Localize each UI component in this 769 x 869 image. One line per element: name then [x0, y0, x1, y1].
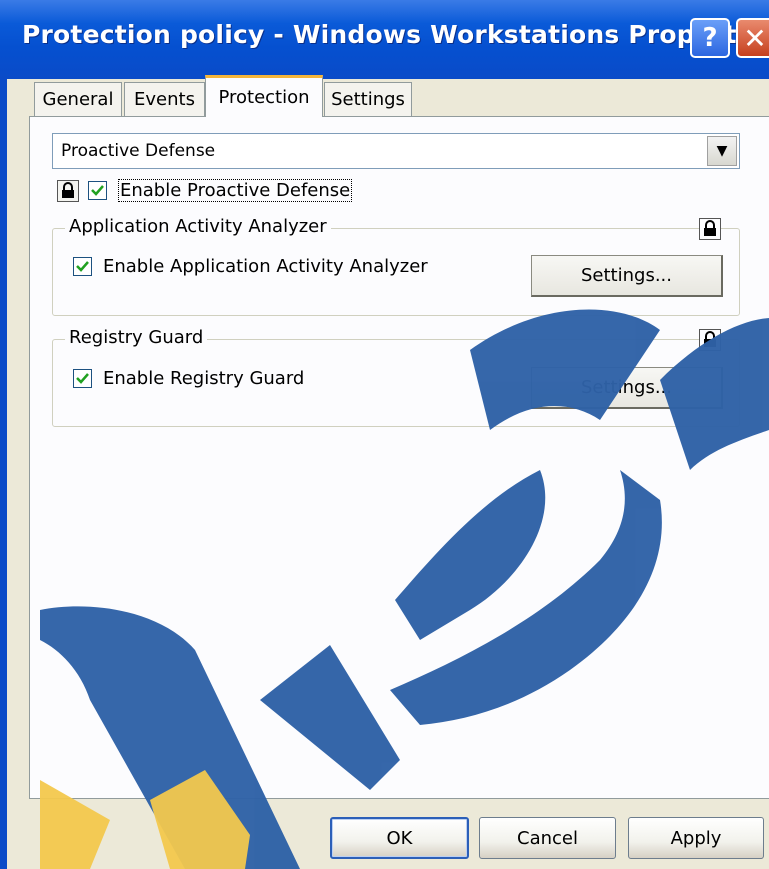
window-border	[0, 79, 7, 869]
dropdown-arrow-button[interactable]: ▼	[707, 136, 737, 166]
cancel-button[interactable]: Cancel	[479, 817, 616, 859]
ok-button[interactable]: OK	[330, 817, 469, 859]
tab-events-label: Events	[134, 89, 195, 110]
chevron-down-icon: ▼	[716, 143, 728, 159]
window-title: Protection policy - Windows Workstations…	[22, 20, 769, 49]
ok-label: OK	[386, 827, 413, 849]
close-button[interactable]: ✕	[736, 18, 769, 58]
cancel-label: Cancel	[517, 827, 578, 849]
tab-events[interactable]: Events	[124, 82, 205, 116]
app-activity-settings-label: Settings...	[581, 265, 672, 286]
close-icon: ✕	[743, 21, 767, 55]
enable-app-activity-checkbox[interactable]	[73, 257, 92, 276]
tab-general-label: General	[42, 89, 114, 110]
apply-button[interactable]: Apply	[628, 817, 764, 859]
enable-proactive-checkbox[interactable]	[88, 181, 107, 200]
app-activity-settings-button[interactable]: Settings...	[531, 255, 723, 297]
title-bar[interactable]: Protection policy - Windows Workstations…	[0, 0, 769, 79]
tab-general[interactable]: General	[34, 82, 122, 116]
tab-protection-label: Protection	[218, 87, 310, 108]
group-title-registry-guard: Registry Guard	[65, 327, 208, 348]
enable-app-activity-label[interactable]: Enable Application Activity Analyzer	[103, 256, 428, 277]
checkmark-icon	[76, 373, 89, 384]
checkmark-icon	[76, 261, 89, 272]
help-button[interactable]: ?	[690, 18, 730, 58]
apply-label: Apply	[670, 827, 722, 849]
registry-guard-settings-button[interactable]: Settings...	[531, 367, 723, 409]
tab-settings-label: Settings	[331, 89, 405, 110]
component-select[interactable]: Proactive Defense ▼	[52, 133, 740, 169]
enable-registry-guard-checkbox[interactable]	[73, 369, 92, 388]
group-title-app-activity: Application Activity Analyzer	[65, 216, 331, 237]
tab-protection[interactable]: Protection	[205, 75, 323, 117]
tab-settings[interactable]: Settings	[324, 82, 412, 116]
lock-icon[interactable]	[699, 329, 721, 351]
lock-icon[interactable]	[57, 180, 79, 202]
help-icon: ?	[702, 23, 718, 53]
checkmark-icon	[91, 185, 104, 196]
component-select-value: Proactive Defense	[61, 141, 216, 161]
enable-proactive-label[interactable]: Enable Proactive Defense	[118, 179, 353, 202]
registry-guard-settings-label: Settings...	[581, 377, 672, 398]
enable-registry-guard-label[interactable]: Enable Registry Guard	[103, 368, 304, 389]
lock-icon[interactable]	[699, 218, 721, 240]
